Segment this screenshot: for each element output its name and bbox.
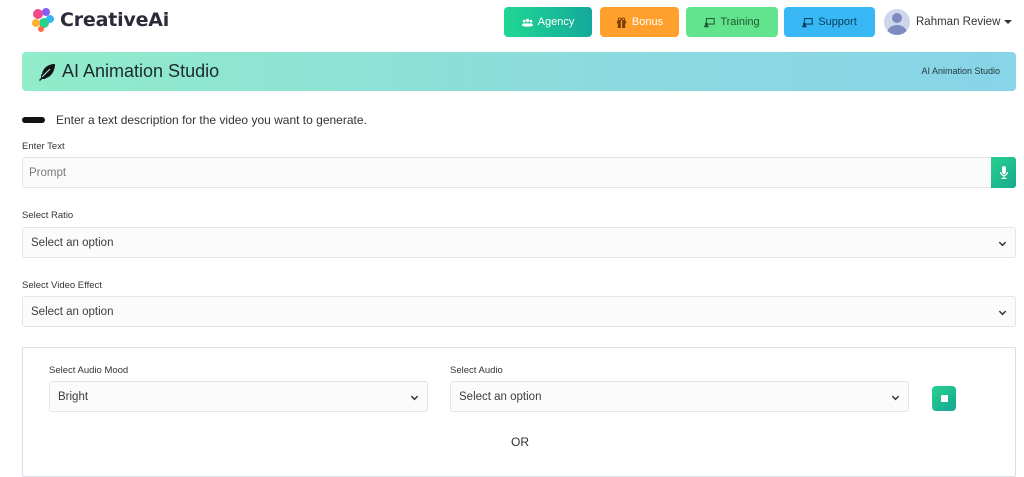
audio-select-value: Select an option (459, 390, 542, 403)
video-effect-select[interactable]: Select an option (22, 296, 1016, 327)
brand-name: CreativeAi (60, 9, 169, 31)
feather-icon (39, 63, 55, 81)
brand-logo[interactable]: CreativeAi (29, 5, 169, 35)
agency-button[interactable]: Agency (504, 7, 592, 37)
enter-text-label: Enter Text (22, 141, 65, 152)
agency-label: Agency (537, 16, 575, 28)
bonus-label: Bonus (631, 16, 664, 28)
audio-select[interactable]: Select an option (450, 381, 909, 412)
chevron-down-icon (998, 310, 1007, 316)
video-effect-select-value: Select an option (31, 305, 114, 318)
user-name: Rahman Review (916, 16, 1001, 28)
support-label: Support (818, 16, 857, 28)
user-menu[interactable]: Rahman Review (884, 8, 1013, 36)
avatar (884, 9, 910, 35)
chevron-down-icon (410, 395, 419, 401)
top-navbar: CreativeAi Agency Bonus Training Support… (0, 0, 1024, 44)
instruction-bullet (22, 117, 45, 123)
support-button[interactable]: Support (784, 7, 875, 37)
instruction-row: Enter a text description for the video y… (22, 112, 367, 128)
instruction-text: Enter a text description for the video y… (56, 113, 367, 127)
chevron-down-icon (998, 241, 1007, 247)
select-audio-label: Select Audio (450, 365, 503, 376)
page-header-banner: AI Animation Studio AI Animation Studio (22, 52, 1016, 91)
microphone-button[interactable] (991, 157, 1016, 188)
creativeai-logo-icon (32, 8, 54, 32)
bonus-button[interactable]: Bonus (600, 7, 679, 37)
users-icon (521, 18, 533, 27)
audio-mood-select[interactable]: Bright (49, 381, 428, 412)
brand-name-main: Creative (60, 9, 149, 31)
page-title: AI Animation Studio (62, 61, 220, 81)
training-label: Training (720, 16, 760, 28)
chevron-down-icon (891, 395, 900, 401)
prompt-placeholder: Prompt (29, 166, 67, 179)
chalkboard-icon (704, 17, 716, 27)
gift-icon (616, 16, 626, 28)
stop-audio-button[interactable] (932, 386, 956, 411)
select-video-effect-label: Select Video Effect (22, 280, 102, 291)
stop-icon (940, 395, 948, 402)
caret-down-icon (1004, 20, 1013, 24)
ratio-select-value: Select an option (31, 236, 114, 249)
brand-name-suffix: Ai (148, 9, 170, 31)
select-ratio-label: Select Ratio (22, 210, 74, 221)
training-button[interactable]: Training (686, 7, 778, 37)
audio-settings-panel (22, 347, 1016, 477)
or-divider-text: OR (511, 435, 529, 449)
microphone-icon (999, 166, 1008, 179)
audio-mood-select-value: Bright (58, 390, 89, 403)
breadcrumb[interactable]: AI Animation Studio (921, 66, 1000, 76)
select-audio-mood-label: Select Audio Mood (49, 365, 129, 376)
ratio-select[interactable]: Select an option (22, 227, 1016, 258)
chalkboard-icon (802, 17, 813, 27)
prompt-input[interactable]: Prompt (22, 157, 992, 188)
